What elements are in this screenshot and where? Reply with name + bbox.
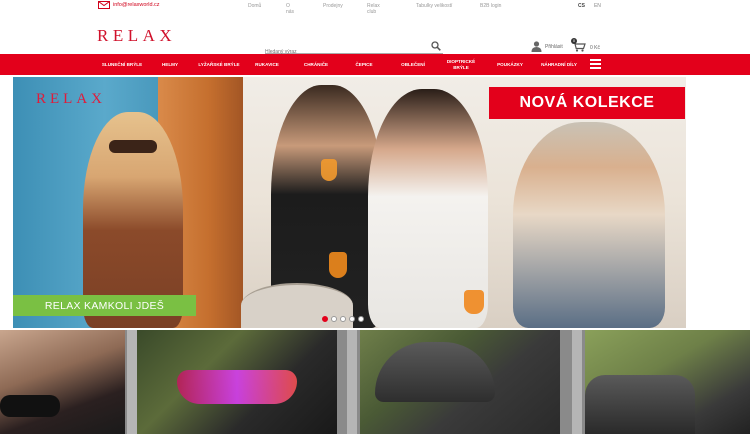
slider-dot-1[interactable] bbox=[322, 316, 328, 322]
envelope-icon bbox=[98, 1, 110, 9]
user-icon bbox=[531, 41, 542, 52]
tile-divider-3 bbox=[572, 330, 582, 434]
top-link-sizes[interactable]: Tabulky velikostí bbox=[416, 3, 452, 9]
nav-gloves[interactable]: RUKAVICE bbox=[250, 54, 284, 75]
nav-protectors[interactable]: CHRÁNIČE bbox=[298, 54, 334, 75]
lang-en[interactable]: EN bbox=[594, 3, 601, 9]
top-link-b2b[interactable]: B2B login bbox=[480, 3, 501, 9]
language-switcher: CS EN bbox=[578, 3, 601, 9]
email-text: info@relaxworld.cz bbox=[113, 2, 160, 8]
cart-count-badge: 0 bbox=[571, 38, 577, 44]
hero-banner[interactable]: RELAX NOVÁ KOLEKCE RELAX KAMKOLI JDEŠ bbox=[13, 77, 686, 328]
helmet-graphic bbox=[375, 342, 495, 402]
site-logo[interactable]: RELAX bbox=[97, 26, 176, 46]
account-label: Přihlásit bbox=[545, 43, 563, 50]
search-box bbox=[265, 40, 443, 58]
slider-dots bbox=[322, 316, 364, 322]
tagline-banner[interactable]: RELAX KAMKOLI JDEŠ bbox=[13, 295, 196, 316]
lang-cs[interactable]: CS bbox=[578, 3, 585, 9]
category-tile-helmets[interactable] bbox=[360, 330, 560, 434]
email-link[interactable]: info@relaxworld.cz bbox=[98, 1, 160, 9]
sunglasses-graphic bbox=[109, 140, 157, 153]
drink-graphic-2 bbox=[321, 159, 337, 181]
category-tile-gloves[interactable] bbox=[585, 330, 750, 434]
main-nav: SLUNEČNÍ BRÝLE HELMY LYŽAŘSKÉ BRÝLE RUKA… bbox=[0, 54, 750, 75]
slider-dot-4[interactable] bbox=[349, 316, 355, 322]
sport-goggle-graphic bbox=[177, 370, 297, 404]
nav-clothing[interactable]: OBLEČENÍ bbox=[394, 54, 432, 75]
nav-spare-parts[interactable]: NÁHRADNÍ DÍLY bbox=[537, 54, 581, 75]
model-man-right bbox=[513, 122, 665, 328]
site-header: RELAX Přihlásit 0 0 Kč bbox=[0, 12, 750, 58]
category-strip bbox=[0, 330, 750, 434]
nav-helmets[interactable]: HELMY bbox=[155, 54, 185, 75]
hero-logo: RELAX bbox=[36, 91, 106, 107]
slider-dot-3[interactable] bbox=[340, 316, 346, 322]
cart-link[interactable]: 0 0 Kč bbox=[571, 38, 601, 54]
nav-prescription-glasses[interactable]: DIOPTRICKÉ BRÝLE bbox=[442, 54, 480, 75]
cart-icon-wrap: 0 bbox=[571, 38, 586, 54]
drink-graphic bbox=[329, 252, 347, 278]
slider-dot-5[interactable] bbox=[358, 316, 364, 322]
slider-dot-2[interactable] bbox=[331, 316, 337, 322]
menu-icon[interactable] bbox=[590, 59, 601, 69]
nav-vouchers[interactable]: POUKÁZKY bbox=[493, 54, 527, 75]
category-tile-sport-glasses[interactable] bbox=[137, 330, 337, 434]
category-tile-sunglasses[interactable] bbox=[0, 330, 125, 434]
account-link[interactable]: Přihlásit bbox=[531, 41, 563, 52]
new-collection-banner[interactable]: NOVÁ KOLEKCE bbox=[489, 87, 685, 119]
top-bar: info@relaxworld.cz Domů O nás Prodejny R… bbox=[0, 0, 750, 15]
top-link-stores[interactable]: Prodejny bbox=[323, 3, 343, 9]
top-link-home[interactable]: Domů bbox=[248, 3, 261, 9]
nav-caps[interactable]: ČEPICE bbox=[349, 54, 379, 75]
nav-sunglasses[interactable]: SLUNEČNÍ BRÝLE bbox=[96, 54, 148, 75]
sunglasses-graphic-tile bbox=[0, 395, 60, 417]
search-icon[interactable] bbox=[431, 41, 441, 51]
nav-ski-goggles[interactable]: LYŽAŘSKÉ BRÝLE bbox=[194, 54, 244, 75]
cart-total: 0 Kč bbox=[590, 44, 601, 51]
glove-graphic bbox=[585, 375, 695, 434]
tile-divider bbox=[127, 330, 137, 434]
tile-divider-2 bbox=[347, 330, 357, 434]
drink-graphic-3 bbox=[464, 290, 484, 314]
